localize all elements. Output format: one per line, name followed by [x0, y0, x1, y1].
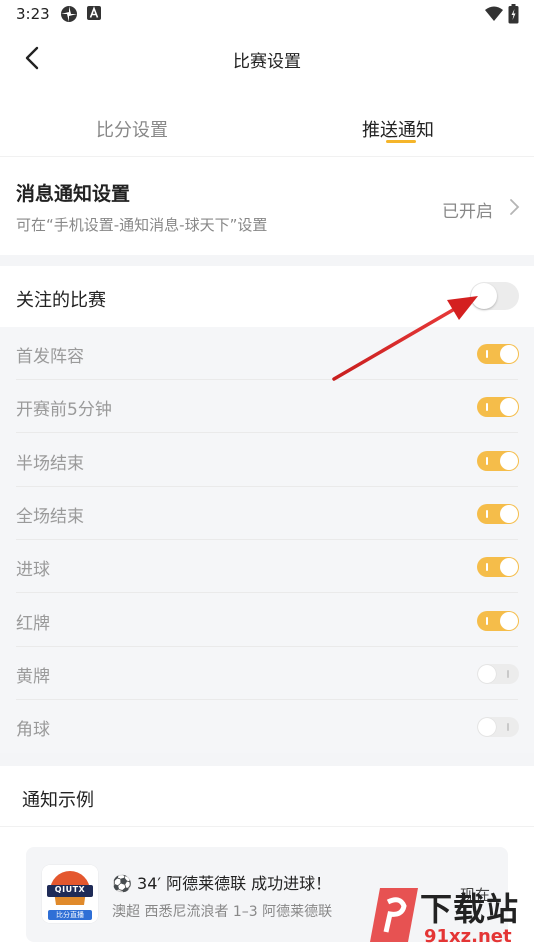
logo-subtext: 比分直播: [56, 911, 84, 919]
yellow-card-toggle[interactable]: [477, 664, 519, 684]
app-logo: QIUTX 比分直播: [42, 865, 98, 923]
option-label: 开赛前5分钟: [16, 400, 112, 420]
corner-toggle[interactable]: [477, 717, 519, 737]
message-settings-row[interactable]: 消息通知设置 可在“手机设置-通知消息-球天下”设置 已开启: [0, 157, 534, 255]
example-divider: [0, 826, 534, 827]
message-settings-title: 消息通知设置: [16, 183, 131, 205]
option-row-corner: 角球: [0, 700, 534, 753]
option-row-fulltime: 全场结束: [0, 487, 534, 540]
red-card-toggle[interactable]: [477, 611, 519, 631]
watermark-text: 下载站: [420, 890, 520, 928]
goal-toggle[interactable]: [477, 557, 519, 577]
watermark-domain: 91xz.net: [424, 926, 512, 947]
pinwheel-icon: [60, 5, 78, 27]
option-row-yellow-card: 黄牌: [0, 647, 534, 700]
message-settings-subtitle: 可在“手机设置-通知消息-球天下”设置: [16, 216, 268, 234]
a-badge-icon: [86, 5, 102, 25]
notification-body: 澳超 西悉尼流浪者 1–3 阿德莱德联: [112, 904, 333, 920]
tab-score-settings[interactable]: 比分设置: [96, 116, 168, 142]
option-label: 角球: [16, 720, 50, 740]
option-row-lineup: 首发阵容: [0, 327, 534, 380]
option-label: 红牌: [16, 614, 50, 634]
option-label: 黄牌: [16, 667, 50, 687]
option-label: 首发阵容: [16, 347, 84, 367]
notification-options-list: 首发阵容 开赛前5分钟 半场结束 全场结束 进球 红牌 黄牌 角球: [0, 327, 534, 753]
section-gap: [0, 255, 534, 266]
option-label: 半场结束: [16, 454, 84, 474]
chevron-right-icon: [508, 197, 520, 217]
option-row-red-card: 红牌: [0, 594, 534, 647]
logo-text: QIUTX: [54, 885, 86, 894]
option-row-goal: 进球: [0, 540, 534, 593]
lineup-toggle[interactable]: [477, 344, 519, 364]
option-label: 进球: [16, 560, 50, 580]
watermark: 下载站 91xz.net: [360, 880, 534, 950]
watermark-logo-icon: [370, 888, 418, 942]
active-tab-indicator: [386, 140, 416, 143]
notification-title: ⚽ 34′ 阿德莱德联 成功进球！: [112, 874, 332, 893]
wifi-icon: [484, 5, 504, 27]
option-row-halftime: 半场结束: [0, 434, 534, 487]
option-row-prematch: 开赛前5分钟: [0, 380, 534, 433]
follow-matches-label: 关注的比赛: [16, 290, 106, 311]
follow-matches-toggle[interactable]: [470, 282, 519, 310]
status-time: 3:23: [16, 5, 50, 23]
battery-icon: [508, 4, 519, 28]
option-label: 全场结束: [16, 507, 84, 527]
example-title: 通知示例: [22, 790, 94, 811]
toggle-knob: [471, 283, 497, 309]
fulltime-toggle[interactable]: [477, 504, 519, 524]
page-title: 比赛设置: [233, 52, 301, 72]
message-settings-status: 已开启: [442, 202, 493, 222]
prematch-toggle[interactable]: [477, 397, 519, 417]
halftime-toggle[interactable]: [477, 451, 519, 471]
status-bar: 3:23: [0, 0, 534, 30]
follow-matches-row: 关注的比赛: [0, 266, 534, 327]
section-gap: [0, 753, 534, 766]
tab-push-notifications[interactable]: 推送通知: [362, 116, 434, 142]
